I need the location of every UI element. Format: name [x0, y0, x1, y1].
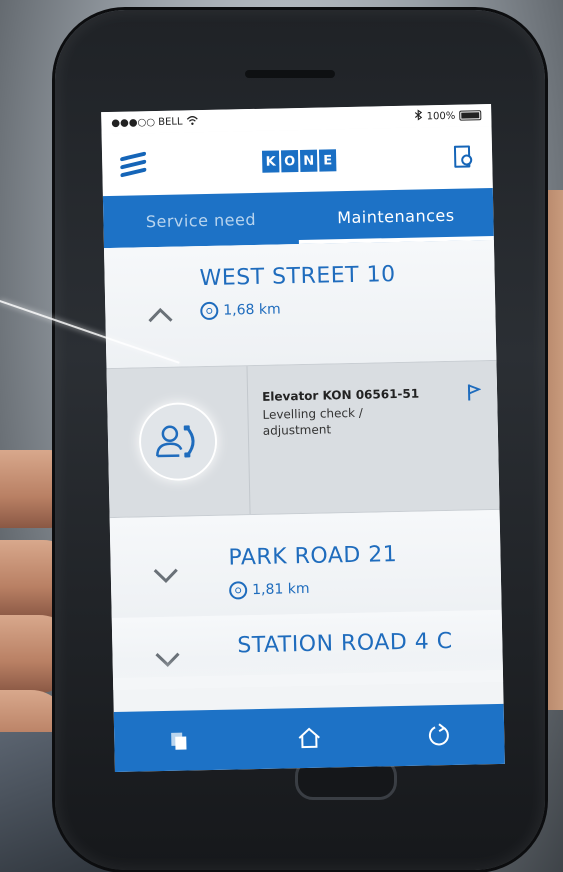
chevron-up-icon[interactable]	[147, 302, 174, 329]
chevron-down-icon[interactable]	[153, 563, 180, 590]
kone-logo: K O N E	[261, 149, 337, 173]
battery-icon	[459, 110, 482, 121]
battery-percent: 100%	[426, 110, 456, 122]
phone-speaker	[245, 70, 335, 78]
maintenance-details: Elevator KON 06561-51 Levelling check / …	[247, 361, 499, 514]
site-distance: 1,81 km	[228, 580, 310, 600]
bluetooth-icon	[415, 109, 423, 123]
document-search-icon[interactable]	[452, 145, 474, 169]
refresh-icon[interactable]	[424, 720, 455, 751]
location-pin-icon	[200, 301, 219, 321]
app-header: K O N E	[101, 125, 493, 197]
wifi-icon	[186, 115, 198, 128]
site-distance: 1,68 km	[200, 300, 281, 321]
task-description: Levelling check / adjustment	[262, 405, 364, 439]
copy-icon[interactable]	[164, 725, 195, 756]
equipment-title: Elevator KON 06561-51	[261, 386, 420, 404]
tab-service-need[interactable]: Service need	[103, 192, 299, 248]
tab-maintenances[interactable]: Maintenances	[298, 188, 494, 244]
flag-icon[interactable]	[467, 383, 482, 405]
tab-bar: Service need Maintenances	[102, 187, 494, 249]
carrier-label: ●●●○○ BELL	[111, 115, 183, 129]
person-phone-icon[interactable]	[138, 401, 218, 482]
location-pin-icon	[228, 581, 248, 600]
phone-screen: ●●●○○ BELL 100% K O N E Service need Mai…	[101, 103, 505, 773]
site-group[interactable]: WEST STREET 10 1,68 km	[103, 239, 497, 369]
menu-icon[interactable]	[120, 151, 147, 178]
site-name: WEST STREET 10	[199, 262, 396, 292]
home-icon[interactable]	[294, 723, 325, 754]
technician-cell	[106, 366, 251, 518]
maintenance-item[interactable]: Elevator KON 06561-51 Levelling check / …	[106, 359, 500, 519]
bottom-navigation	[113, 703, 505, 773]
site-name: PARK ROAD 21	[228, 542, 398, 571]
maintenance-list: WEST STREET 10 1,68 km Elevator KON 0656…	[103, 239, 504, 691]
site-group[interactable]: PARK ROAD 21 1,81 km	[109, 509, 502, 619]
